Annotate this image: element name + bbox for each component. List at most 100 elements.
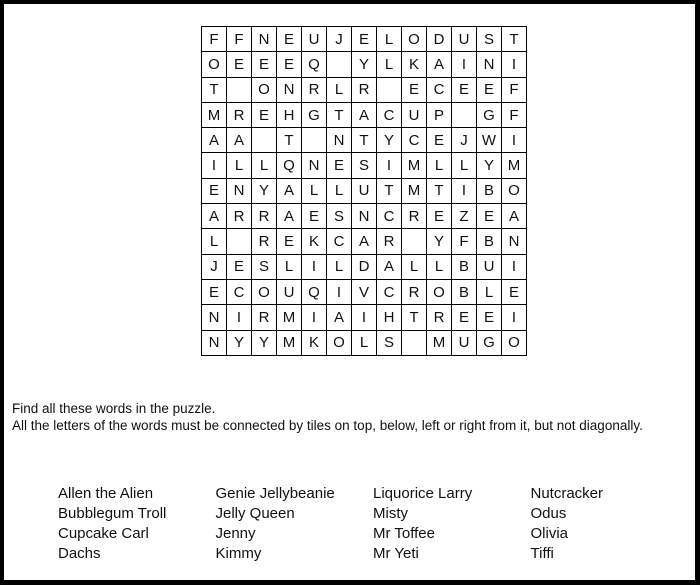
grid-cell[interactable]: T bbox=[426, 177, 452, 205]
grid-cell[interactable]: S bbox=[376, 329, 402, 356]
grid-cell[interactable]: Y bbox=[376, 127, 402, 154]
grid-cell[interactable]: E bbox=[276, 25, 302, 53]
grid-cell[interactable]: N bbox=[201, 304, 227, 331]
grid-cell[interactable]: E bbox=[276, 51, 302, 78]
grid-cell[interactable]: I bbox=[501, 253, 527, 280]
grid-cell[interactable]: Q bbox=[301, 278, 327, 306]
grid-cell[interactable]: M bbox=[276, 329, 302, 356]
grid-cell[interactable]: R bbox=[226, 101, 252, 129]
grid-cell[interactable]: O bbox=[501, 329, 527, 356]
grid-cell[interactable]: R bbox=[426, 304, 452, 331]
grid-cell[interactable]: N bbox=[501, 228, 527, 255]
grid-cell[interactable]: Y bbox=[351, 51, 377, 78]
grid-cell[interactable]: N bbox=[351, 203, 377, 230]
grid-cell[interactable]: Q bbox=[301, 51, 327, 78]
grid-cell[interactable]: C bbox=[426, 76, 452, 103]
grid-cell[interactable]: N bbox=[476, 51, 502, 78]
grid-cell[interactable] bbox=[226, 76, 252, 103]
grid-cell[interactable]: T bbox=[201, 76, 227, 103]
grid-cell[interactable]: A bbox=[276, 177, 302, 205]
grid-cell[interactable]: W bbox=[476, 127, 502, 154]
grid-cell[interactable]: A bbox=[376, 253, 402, 280]
grid-cell[interactable]: Y bbox=[476, 152, 502, 179]
grid-cell[interactable]: N bbox=[251, 25, 277, 53]
grid-cell[interactable]: M bbox=[201, 101, 227, 129]
grid-cell[interactable] bbox=[401, 329, 427, 356]
grid-cell[interactable]: L bbox=[201, 228, 227, 255]
grid-cell[interactable]: Y bbox=[251, 177, 277, 205]
grid-cell[interactable]: V bbox=[351, 278, 377, 306]
grid-cell[interactable]: N bbox=[276, 76, 302, 103]
grid-cell[interactable]: U bbox=[301, 25, 327, 53]
grid-cell[interactable]: B bbox=[476, 177, 502, 205]
grid-cell[interactable]: H bbox=[276, 101, 302, 129]
grid-cell[interactable]: E bbox=[251, 51, 277, 78]
grid-cell[interactable]: E bbox=[351, 25, 377, 53]
grid-cell[interactable]: L bbox=[326, 253, 352, 280]
grid-cell[interactable] bbox=[301, 127, 327, 154]
grid-cell[interactable]: N bbox=[301, 152, 327, 179]
grid-cell[interactable]: E bbox=[426, 127, 452, 154]
grid-cell[interactable]: A bbox=[201, 203, 227, 230]
grid-cell[interactable]: I bbox=[226, 304, 252, 331]
grid-cell[interactable]: A bbox=[501, 203, 527, 230]
grid-cell[interactable]: N bbox=[326, 127, 352, 154]
grid-cell[interactable]: R bbox=[251, 203, 277, 230]
grid-cell[interactable]: R bbox=[401, 203, 427, 230]
grid-cell[interactable]: K bbox=[301, 228, 327, 255]
grid-cell[interactable]: I bbox=[351, 304, 377, 331]
grid-cell[interactable]: R bbox=[351, 76, 377, 103]
grid-cell[interactable]: M bbox=[401, 177, 427, 205]
grid-cell[interactable]: M bbox=[401, 152, 427, 179]
grid-cell[interactable]: I bbox=[201, 152, 227, 179]
grid-cell[interactable]: T bbox=[351, 127, 377, 154]
grid-cell[interactable]: R bbox=[301, 76, 327, 103]
grid-cell[interactable]: K bbox=[401, 51, 427, 78]
grid-cell[interactable]: I bbox=[501, 51, 527, 78]
grid-cell[interactable]: I bbox=[376, 152, 402, 179]
grid-cell[interactable]: M bbox=[276, 304, 302, 331]
grid-cell[interactable]: L bbox=[301, 177, 327, 205]
grid-cell[interactable]: E bbox=[501, 278, 527, 306]
grid-cell[interactable]: T bbox=[501, 25, 527, 53]
grid-cell[interactable]: B bbox=[451, 253, 477, 280]
grid-cell[interactable]: L bbox=[426, 152, 452, 179]
grid-cell[interactable]: C bbox=[326, 228, 352, 255]
grid-cell[interactable]: O bbox=[201, 51, 227, 78]
grid-cell[interactable]: A bbox=[351, 228, 377, 255]
grid-cell[interactable]: E bbox=[251, 101, 277, 129]
grid-cell[interactable]: U bbox=[351, 177, 377, 205]
grid-cell[interactable] bbox=[451, 101, 477, 129]
grid-cell[interactable] bbox=[376, 76, 402, 103]
grid-cell[interactable]: L bbox=[376, 51, 402, 78]
grid-cell[interactable]: I bbox=[501, 127, 527, 154]
grid-cell[interactable]: E bbox=[451, 76, 477, 103]
grid-cell[interactable]: A bbox=[276, 203, 302, 230]
grid-cell[interactable]: P bbox=[426, 101, 452, 129]
grid-cell[interactable]: B bbox=[476, 228, 502, 255]
grid-cell[interactable]: L bbox=[376, 25, 402, 53]
grid-cell[interactable]: C bbox=[376, 203, 402, 230]
grid-cell[interactable]: A bbox=[426, 51, 452, 78]
grid-cell[interactable]: K bbox=[301, 329, 327, 356]
grid-cell[interactable]: L bbox=[401, 253, 427, 280]
grid-cell[interactable]: G bbox=[476, 101, 502, 129]
grid-cell[interactable]: U bbox=[401, 101, 427, 129]
grid-cell[interactable]: O bbox=[251, 76, 277, 103]
grid-cell[interactable]: N bbox=[201, 329, 227, 356]
grid-cell[interactable]: C bbox=[376, 101, 402, 129]
grid-cell[interactable]: Z bbox=[451, 203, 477, 230]
grid-cell[interactable]: D bbox=[426, 25, 452, 53]
grid-cell[interactable]: S bbox=[326, 203, 352, 230]
grid-cell[interactable]: J bbox=[326, 25, 352, 53]
grid-cell[interactable] bbox=[401, 228, 427, 255]
grid-cell[interactable]: J bbox=[451, 127, 477, 154]
grid-cell[interactable]: A bbox=[226, 127, 252, 154]
grid-cell[interactable]: O bbox=[426, 278, 452, 306]
grid-cell[interactable]: T bbox=[326, 101, 352, 129]
grid-cell[interactable]: D bbox=[351, 253, 377, 280]
grid-cell[interactable]: E bbox=[451, 304, 477, 331]
grid-cell[interactable]: E bbox=[201, 177, 227, 205]
grid-cell[interactable]: R bbox=[251, 228, 277, 255]
grid-cell[interactable]: Y bbox=[226, 329, 252, 356]
